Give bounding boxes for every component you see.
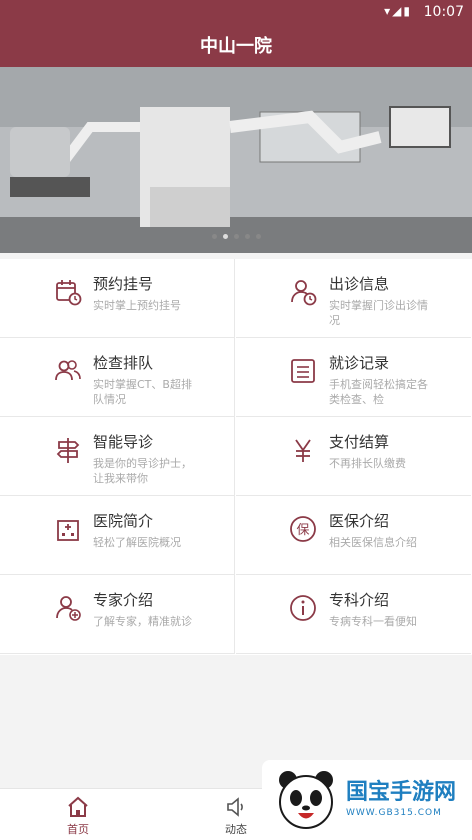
home-icon — [68, 796, 88, 817]
menu-title: 医院简介 — [93, 512, 154, 530]
info-icon — [290, 595, 316, 621]
menu-desc: 轻松了解医院概况 — [93, 536, 181, 549]
panda-logo-icon — [279, 771, 333, 829]
watermark: 国宝手游网 WWW.GB315.COM — [262, 760, 472, 839]
carousel-indicator[interactable] — [0, 224, 472, 243]
wifi-signal-battery-icons: ▾◢▮ — [384, 4, 412, 18]
menu-title: 支付结算 — [329, 433, 390, 451]
menu-title: 预约挂号 — [93, 275, 154, 293]
carousel-dot[interactable] — [244, 234, 250, 239]
carousel-dot[interactable] — [255, 234, 261, 239]
carousel-dot[interactable] — [233, 234, 239, 239]
menu-desc: 了解专家，精准就诊 — [93, 615, 192, 628]
menu-exam-queue[interactable]: 检查排队 实时掌握CT、B超排队情况 — [0, 338, 235, 417]
menu-smart-guide[interactable]: 智能导诊 我是你的导诊护士，让我来带你 — [0, 417, 235, 496]
watermark-name: 国宝手游网 — [346, 780, 457, 805]
menu-title: 检查排队 — [93, 354, 154, 372]
yen-icon — [295, 439, 311, 462]
menu-title: 就诊记录 — [329, 354, 390, 372]
menu-insurance-intro[interactable]: 保 医保介绍 相关医保信息介绍 — [236, 496, 471, 575]
menu-desc: 不再排长队缴费 — [329, 457, 406, 470]
record-list-icon — [291, 359, 315, 383]
menu-specialty-intro[interactable]: 专科介绍 专病专科一看便知 — [236, 575, 471, 654]
menu-desc: 手机查阅轻松搞定各类检查、检 — [329, 378, 428, 406]
menu-desc: 实时掌握门诊出诊情况 — [329, 299, 428, 327]
menu-visit-record[interactable]: 就诊记录 手机查阅轻松搞定各类检查、检 — [236, 338, 471, 417]
insurance-icon: 保 — [290, 516, 316, 542]
menu-title: 专家介绍 — [93, 591, 154, 609]
menu-title: 医保介绍 — [329, 512, 390, 530]
svg-text:保: 保 — [296, 523, 309, 538]
tab-home[interactable]: 首页 — [19, 789, 137, 840]
feature-grid: 预约挂号 实时掌上预约挂号 出诊信息 实时掌握门诊出诊情况 检查排队 实时掌握C… — [0, 259, 472, 655]
tab-label: 首页 — [67, 823, 89, 836]
status-bar: ▾◢▮ 10:07 — [0, 0, 472, 24]
carousel-dot[interactable] — [211, 234, 217, 239]
page-title: 中山一院 — [200, 36, 272, 57]
menu-title: 专科介绍 — [329, 591, 390, 609]
menu-title: 智能导诊 — [93, 433, 154, 451]
menu-payment[interactable]: 支付结算 不再排长队缴费 — [236, 417, 471, 496]
menu-clinic-info[interactable]: 出诊信息 实时掌握门诊出诊情况 — [236, 259, 471, 338]
banner-carousel[interactable] — [0, 67, 472, 253]
menu-expert-intro[interactable]: 专家介绍 了解专家，精准就诊 — [0, 575, 235, 654]
expert-add-icon — [56, 596, 81, 621]
calendar-clock-icon — [56, 280, 82, 306]
menu-desc: 我是你的导诊护士，让我来带你 — [93, 457, 192, 485]
signpost-icon — [56, 438, 80, 463]
carousel-dot-active[interactable] — [222, 234, 228, 239]
doctor-clock-icon — [291, 280, 317, 306]
menu-title: 出诊信息 — [329, 275, 390, 293]
menu-hospital-intro[interactable]: 医院简介 轻松了解医院概况 — [0, 496, 235, 575]
menu-desc: 专病专科一看便知 — [329, 615, 417, 628]
people-queue-icon — [55, 360, 81, 381]
menu-desc: 相关医保信息介绍 — [329, 536, 417, 549]
status-time: 10:07 — [423, 4, 464, 20]
speaker-icon — [227, 797, 243, 817]
menu-appointment[interactable]: 预约挂号 实时掌上预约挂号 — [0, 259, 235, 338]
menu-desc: 实时掌握CT、B超排队情况 — [93, 378, 192, 406]
hospital-icon — [57, 520, 79, 541]
watermark-url: WWW.GB315.COM — [346, 808, 442, 818]
menu-desc: 实时掌上预约挂号 — [93, 299, 181, 312]
app-bar: 中山一院 — [0, 24, 472, 67]
